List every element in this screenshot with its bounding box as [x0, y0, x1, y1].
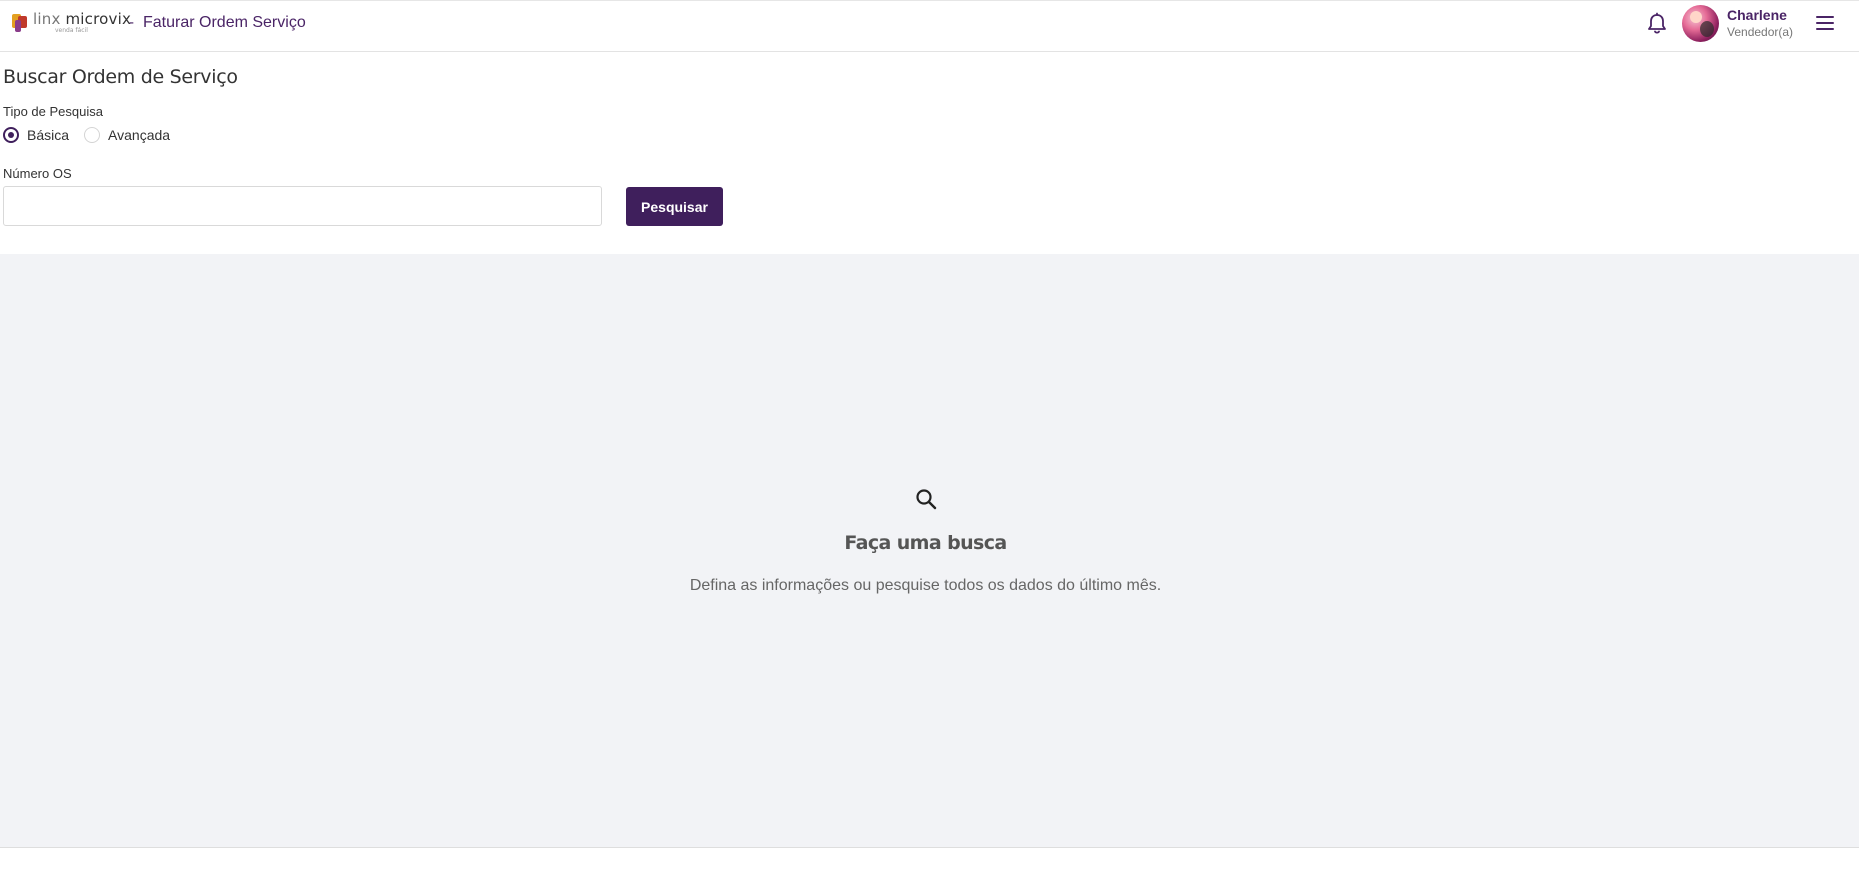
empty-state-description: Defina as informações ou pesquise todos … — [689, 577, 1162, 594]
brand-microvix: microvix — [65, 10, 132, 28]
page-title: Buscar Ordem de Serviço — [3, 66, 238, 88]
user-name[interactable]: Charlene — [1727, 7, 1787, 23]
radio-basic-label[interactable]: Básica — [27, 127, 69, 143]
notification-bell-icon[interactable] — [1646, 12, 1668, 36]
page-header-title: Faturar Ordem Serviço — [143, 14, 306, 31]
radio-basic[interactable] — [3, 127, 19, 143]
empty-state-title: Faça uma busca — [844, 532, 1007, 554]
top-bar: linx microvix venda fácil - Faturar Orde… — [0, 0, 1859, 52]
search-button[interactable]: Pesquisar — [626, 187, 723, 226]
radio-advanced-label[interactable]: Avançada — [108, 127, 170, 143]
logo-icon — [12, 14, 28, 32]
search-type-radio-group: Básica Avançada — [3, 127, 185, 143]
brand-subtitle: venda fácil — [55, 27, 88, 34]
search-icon — [914, 487, 938, 511]
brand-logo[interactable]: linx microvix venda fácil — [12, 12, 131, 34]
user-role: Vendedor(a) — [1727, 25, 1794, 39]
user-avatar[interactable] — [1682, 5, 1719, 42]
brand-name: linx microvix — [33, 12, 131, 27]
title-separator: - — [129, 14, 134, 31]
radio-advanced[interactable] — [84, 127, 101, 143]
search-type-label: Tipo de Pesquisa — [3, 104, 103, 119]
os-number-label: Número OS — [3, 166, 72, 181]
hamburger-menu-icon[interactable] — [1816, 16, 1834, 32]
os-number-input[interactable] — [3, 186, 602, 226]
brand-linx: linx — [33, 10, 61, 28]
